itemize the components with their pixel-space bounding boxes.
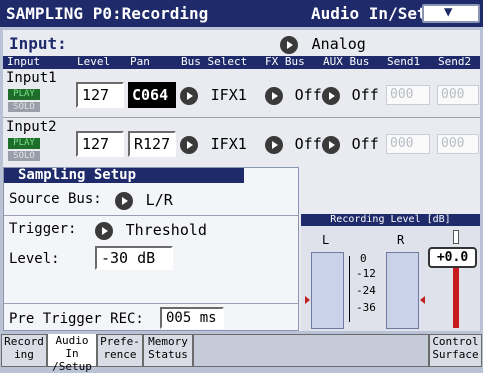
divider xyxy=(4,215,298,216)
row-divider xyxy=(3,117,480,118)
title-decoration xyxy=(234,168,244,183)
meter-right-marker-icon xyxy=(420,296,425,304)
input2-aux-value: Off xyxy=(351,135,379,153)
gain-slider-track[interactable] xyxy=(453,262,459,328)
trigger-select[interactable]: Threshold xyxy=(95,220,207,240)
input-label: Input: xyxy=(9,34,67,53)
scale-tick-label: 0 xyxy=(360,252,367,265)
analog-select[interactable]: Analog xyxy=(280,34,366,54)
meter-right-label: R xyxy=(397,233,405,247)
arrow-right-icon xyxy=(180,86,198,105)
input2-pan[interactable]: R127 xyxy=(128,131,176,157)
arrow-right-icon xyxy=(180,135,198,154)
input1-aux-value: Off xyxy=(351,86,379,104)
input2-fx-bus[interactable]: Off xyxy=(265,134,322,154)
col-header-level: Level xyxy=(77,55,111,68)
input1-fx-value: Off xyxy=(294,86,322,104)
tab-memory-status[interactable]: Memory Status xyxy=(143,334,193,367)
source-bus-select[interactable]: L/R xyxy=(115,190,173,210)
scale-tick-label: -36 xyxy=(356,301,376,314)
arrow-right-icon xyxy=(265,135,283,154)
tab-audio-in-setup[interactable]: Audio In/Setup xyxy=(47,334,97,373)
tab-recording[interactable]: Record ing xyxy=(1,334,47,367)
tab-control-surface[interactable]: Control Surface xyxy=(429,334,482,367)
col-header-input: Input xyxy=(7,55,41,68)
input1-pan[interactable]: C064 xyxy=(128,82,176,108)
input1-solo-button[interactable]: SOLO xyxy=(8,102,40,112)
title-bar: SAMPLING P0:Recording Audio In/Setup xyxy=(0,0,483,27)
col-header-bus-select: Bus Select xyxy=(181,55,248,68)
scale-tick-label: -24 xyxy=(356,284,376,297)
input1-aux-bus[interactable]: Off xyxy=(322,85,379,105)
col-header-send2: Send2 xyxy=(438,55,472,68)
arrow-right-icon xyxy=(280,35,298,54)
source-bus-label: Source Bus: xyxy=(9,191,102,207)
col-header-pan: Pan xyxy=(130,55,150,68)
meter-left-bar xyxy=(311,252,344,329)
column-header-row: Input Level Pan Bus Select FX Bus AUX Bu… xyxy=(3,55,480,69)
input1-send1: 000 xyxy=(386,85,430,105)
input2-bus-value: IFX1 xyxy=(210,135,247,153)
meter-left-label: L xyxy=(322,233,330,247)
input2-aux-bus[interactable]: Off xyxy=(322,134,379,154)
recording-level-title: Recording Level [dB] xyxy=(301,214,480,226)
trigger-label: Trigger: xyxy=(9,221,77,237)
meter-right-bar xyxy=(386,252,419,329)
col-header-send1: Send1 xyxy=(387,55,421,68)
input1-level[interactable]: 127 xyxy=(76,82,124,108)
input2-level[interactable]: 127 xyxy=(76,131,124,157)
arrow-right-icon xyxy=(265,86,283,105)
page-title: SAMPLING P0:Recording xyxy=(6,4,209,23)
source-bus-value: L/R xyxy=(145,191,173,209)
trigger-value: Threshold xyxy=(125,221,207,239)
input1-bus-select[interactable]: IFX1 xyxy=(180,85,247,105)
input2-play-button[interactable]: PLAY xyxy=(8,138,40,149)
gain-slider-top-cap xyxy=(453,230,459,244)
input2-send1: 000 xyxy=(386,134,430,154)
pre-trigger-value[interactable]: 005 ms xyxy=(160,307,224,329)
input1-fx-bus[interactable]: Off xyxy=(265,85,322,105)
chevron-down-icon: ▼ xyxy=(444,4,453,20)
input2-fx-value: Off xyxy=(294,135,322,153)
meter-left-marker-icon xyxy=(305,296,310,304)
divider xyxy=(4,303,298,304)
gain-value-button[interactable]: +0.0 xyxy=(428,247,477,268)
input2-send2: 000 xyxy=(437,134,479,154)
arrow-right-icon xyxy=(95,221,113,240)
page-menu-button[interactable]: ▼ xyxy=(422,4,480,23)
level-label: Level: xyxy=(9,251,60,267)
input2-bus-select[interactable]: IFX1 xyxy=(180,134,247,154)
arrow-right-icon xyxy=(322,86,340,105)
scale-tick-label: -12 xyxy=(356,267,376,280)
tab-preference[interactable]: Prefe-rence xyxy=(97,334,143,367)
tab-empty xyxy=(193,334,429,367)
col-header-fx-bus: FX Bus xyxy=(265,55,305,68)
pre-trigger-label: Pre Trigger REC: xyxy=(9,311,144,327)
input2-solo-button[interactable]: SOLO xyxy=(8,151,40,161)
input2-name: Input2 xyxy=(6,119,57,135)
col-header-aux-bus: AUX Bus xyxy=(323,55,370,68)
input1-play-button[interactable]: PLAY xyxy=(8,89,40,100)
arrow-right-icon xyxy=(115,191,133,210)
input1-bus-value: IFX1 xyxy=(210,86,247,104)
input-source-value: Analog xyxy=(311,35,366,53)
input1-name: Input1 xyxy=(6,70,57,86)
arrow-right-icon xyxy=(322,135,340,154)
sampling-setup-title: Sampling Setup xyxy=(4,168,234,183)
threshold-level-value[interactable]: -30 dB xyxy=(95,246,173,270)
input1-send2: 000 xyxy=(437,85,479,105)
